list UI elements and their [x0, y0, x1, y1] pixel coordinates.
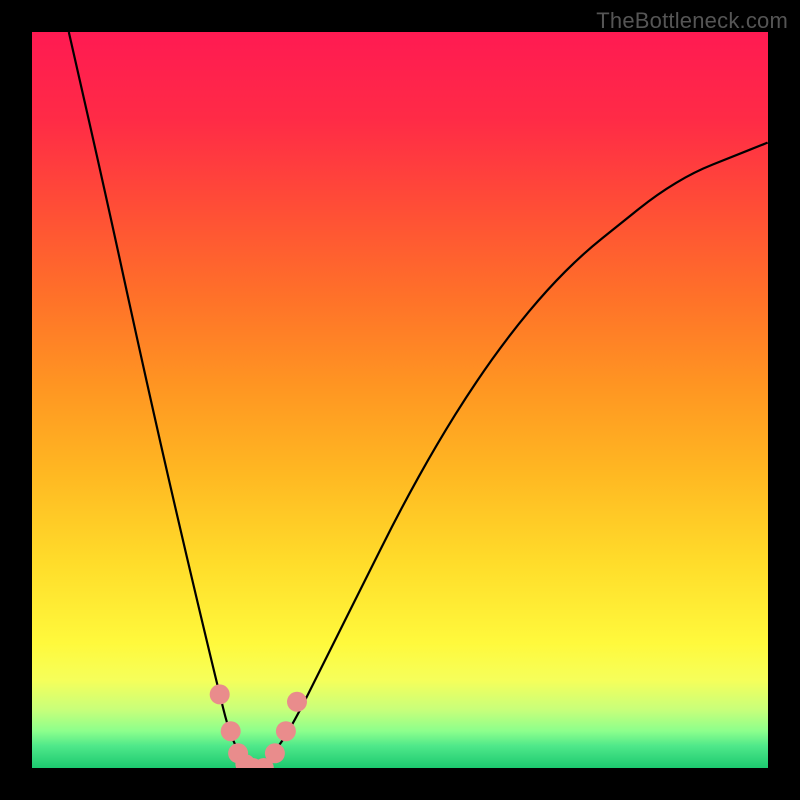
chart-frame: TheBottleneck.com — [0, 0, 800, 800]
plot-area — [32, 32, 768, 768]
watermark-text: TheBottleneck.com — [596, 8, 788, 34]
background-gradient — [32, 32, 768, 768]
